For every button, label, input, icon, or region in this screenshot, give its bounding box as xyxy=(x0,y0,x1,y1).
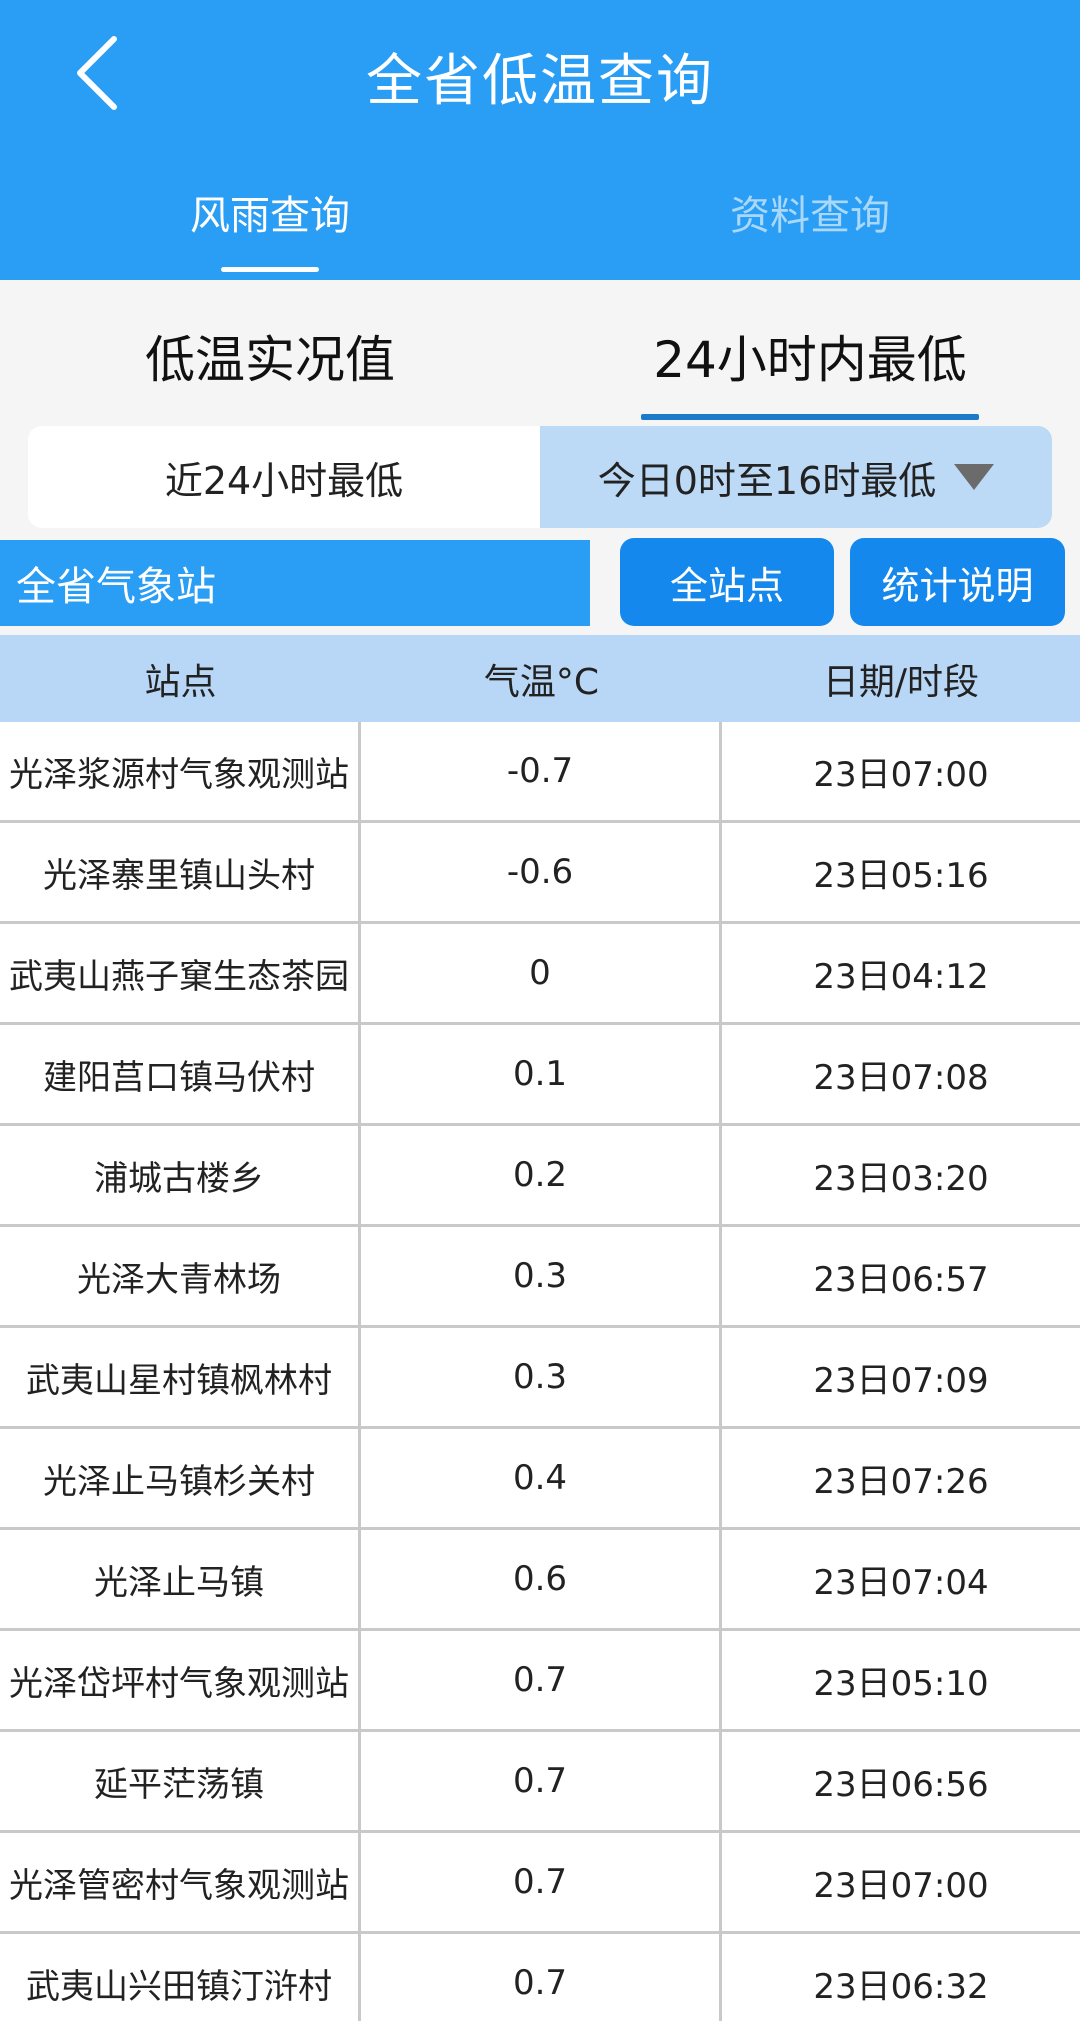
header: 全省低温查询 风雨查询 资料查询 xyxy=(0,0,1080,280)
tab-wind-rain[interactable]: 风雨查询 xyxy=(0,145,540,280)
sub-tab-realtime[interactable]: 低温实况值 xyxy=(0,280,540,420)
cell-station: 建阳莒口镇马伏村 xyxy=(0,1025,361,1123)
cell-temperature: 0.7 xyxy=(361,1631,722,1729)
sub-tab-realtime-label: 低温实况值 xyxy=(145,331,395,389)
app-root: 全省低温查询 风雨查询 资料查询 低温实况值 24小时内最低 近24小时最低 今… xyxy=(0,0,1080,2021)
cell-station: 武夷山星村镇枫林村 xyxy=(0,1328,361,1426)
table-row[interactable]: 武夷山燕子窠生态茶园 0 23日04:12 xyxy=(0,924,1080,1025)
cell-station: 光泽大青林场 xyxy=(0,1227,361,1325)
segment-today-dropdown[interactable]: 今日0时至16时最低 xyxy=(540,426,1052,528)
cell-temperature: 0.7 xyxy=(361,1934,722,2021)
table-row[interactable]: 光泽浆源村气象观测站 -0.7 23日07:00 xyxy=(0,722,1080,823)
cell-temperature: -0.7 xyxy=(361,722,722,820)
cell-datetime: 23日07:26 xyxy=(813,1461,989,1502)
tab-data-query[interactable]: 资料查询 xyxy=(540,145,1080,280)
cell-temperature: 0.6 xyxy=(361,1530,722,1628)
cell-temperature: 0 xyxy=(361,924,722,1022)
table-row[interactable]: 光泽岱坪村气象观测站 0.7 23日05:10 xyxy=(0,1631,1080,1732)
table-row[interactable]: 光泽管密村气象观测站 0.7 23日07:00 xyxy=(0,1833,1080,1934)
cell-datetime: 23日07:04 xyxy=(813,1562,989,1603)
page-title: 全省低温查询 xyxy=(366,49,714,114)
segment-wrap: 近24小时最低 今日0时至16时最低 xyxy=(0,420,1080,530)
cell-station: 光泽止马镇 xyxy=(0,1530,361,1628)
cell-datetime: 23日06:56 xyxy=(813,1764,989,1805)
table-body: 光泽浆源村气象观测站 -0.7 23日07:00 光泽寨里镇山头村 -0.6 23日05:… xyxy=(0,722,1080,2021)
cell-station: 光泽管密村气象观测站 xyxy=(0,1833,361,1931)
cell-temperature: -0.6 xyxy=(361,823,722,921)
cell-station: 武夷山燕子窠生态茶园 xyxy=(0,924,361,1022)
sub-tab-24h-min[interactable]: 24小时内最低 xyxy=(540,280,1080,420)
table-row[interactable]: 光泽止马镇杉关村 0.4 23日07:26 xyxy=(0,1429,1080,1530)
cell-station: 延平茫荡镇 xyxy=(0,1732,361,1830)
station-table: 站点 气温°C 日期/时段 光泽浆源村气象观测站 -0.7 23日07:00 光泽寨里… xyxy=(0,635,1080,2021)
table-row[interactable]: 建阳莒口镇马伏村 0.1 23日07:08 xyxy=(0,1025,1080,1126)
table-row[interactable]: 光泽止马镇 0.6 23日07:04 xyxy=(0,1530,1080,1631)
active-tab-indicator xyxy=(221,267,319,272)
all-stations-label: 全站点 xyxy=(669,563,784,608)
cell-datetime: 23日07:00 xyxy=(813,754,989,795)
cell-temperature: 0.4 xyxy=(361,1429,722,1527)
table-row[interactable]: 浦城古楼乡 0.2 23日03:20 xyxy=(0,1126,1080,1227)
segment-control: 近24小时最低 今日0时至16时最低 xyxy=(28,426,1052,528)
column-header-temperature[interactable]: 气温°C xyxy=(361,653,722,705)
cell-station: 浦城古楼乡 xyxy=(0,1126,361,1224)
stats-explanation-label: 统计说明 xyxy=(881,563,1034,608)
sub-tabs: 低温实况值 24小时内最低 xyxy=(0,280,1080,420)
cell-temperature: 0.1 xyxy=(361,1025,722,1123)
cell-station: 光泽岱坪村气象观测站 xyxy=(0,1631,361,1729)
cell-datetime: 23日07:00 xyxy=(813,1865,989,1906)
nav-bar: 全省低温查询 xyxy=(0,0,1080,145)
sub-tab-24h-min-label: 24小时内最低 xyxy=(653,331,967,389)
cell-temperature: 0.3 xyxy=(361,1328,722,1426)
cell-station: 武夷山兴田镇汀浒村 xyxy=(0,1934,361,2021)
cell-temperature: 0.3 xyxy=(361,1227,722,1325)
cell-datetime: 23日03:20 xyxy=(813,1158,989,1199)
top-tabs: 风雨查询 资料查询 xyxy=(0,145,1080,280)
column-header-datetime[interactable]: 日期/时段 xyxy=(722,653,1080,705)
table-row[interactable]: 延平茫荡镇 0.7 23日06:56 xyxy=(0,1732,1080,1833)
table-row[interactable]: 武夷山兴田镇汀浒村 0.7 23日06:32 xyxy=(0,1934,1080,2021)
cell-datetime: 23日04:12 xyxy=(813,956,989,997)
cell-temperature: 0.2 xyxy=(361,1126,722,1224)
tab-data-query-label: 资料查询 xyxy=(730,193,890,239)
cell-temperature: 0.7 xyxy=(361,1833,722,1931)
cell-station: 光泽寨里镇山头村 xyxy=(0,823,361,921)
cell-datetime: 23日06:32 xyxy=(813,1966,989,2007)
cell-station: 光泽止马镇杉关村 xyxy=(0,1429,361,1527)
cell-datetime: 23日07:09 xyxy=(813,1360,989,1401)
cell-datetime: 23日05:10 xyxy=(813,1663,989,1704)
cell-datetime: 23日06:57 xyxy=(813,1259,989,1300)
caret-down-icon xyxy=(954,464,995,490)
cell-station: 光泽浆源村气象观测站 xyxy=(0,722,361,820)
active-sub-tab-indicator xyxy=(641,414,979,420)
cell-datetime: 23日05:16 xyxy=(813,855,989,896)
table-row[interactable]: 武夷山星村镇枫林村 0.3 23日07:09 xyxy=(0,1328,1080,1429)
segment-last-24h[interactable]: 近24小时最低 xyxy=(28,426,540,528)
tab-wind-rain-label: 风雨查询 xyxy=(190,193,350,239)
table-row[interactable]: 光泽寨里镇山头村 -0.6 23日05:16 xyxy=(0,823,1080,924)
region-selector[interactable]: 全省气象站 xyxy=(0,540,590,626)
segment-last-24h-label: 近24小时最低 xyxy=(164,458,404,503)
region-label: 全省气象站 xyxy=(16,564,216,610)
column-header-station[interactable]: 站点 xyxy=(0,653,361,705)
table-header: 站点 气温°C 日期/时段 xyxy=(0,635,1080,722)
stats-explanation-button[interactable]: 统计说明 xyxy=(850,538,1065,626)
all-stations-button[interactable]: 全站点 xyxy=(620,538,834,626)
cell-datetime: 23日07:08 xyxy=(813,1057,989,1098)
table-row[interactable]: 光泽大青林场 0.3 23日06:57 xyxy=(0,1227,1080,1328)
segment-today-label: 今日0时至16时最低 xyxy=(597,458,937,503)
cell-temperature: 0.7 xyxy=(361,1732,722,1830)
